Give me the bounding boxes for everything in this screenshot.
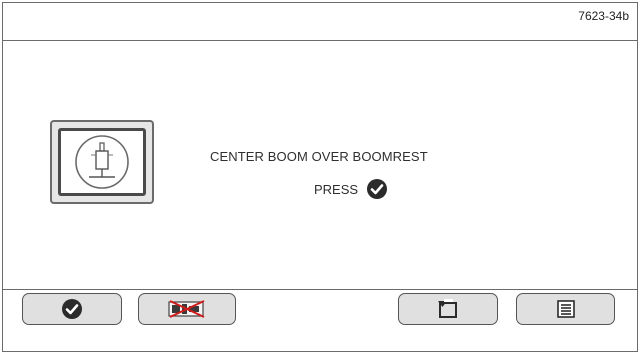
back-button[interactable] xyxy=(398,293,498,325)
function-disabled-button[interactable] xyxy=(138,293,236,325)
boom-illustration-frame xyxy=(58,128,146,196)
press-instruction: PRESS xyxy=(314,178,388,200)
crossed-out-function-icon xyxy=(168,300,205,318)
boom-over-boomrest-icon xyxy=(75,135,129,189)
check-circle-icon xyxy=(62,299,82,319)
confirm-button[interactable] xyxy=(22,293,122,325)
top-bar: 7623-34b xyxy=(3,3,637,41)
press-label: PRESS xyxy=(314,181,359,197)
menu-button[interactable] xyxy=(516,293,615,325)
check-circle-icon xyxy=(367,179,388,199)
document-number: 7623-34b xyxy=(578,9,629,23)
back-arrow-icon xyxy=(438,299,457,318)
menu-list-icon xyxy=(556,300,575,318)
instruction-message: CENTER BOOM OVER BOOMREST xyxy=(210,149,428,164)
boom-illustration-panel xyxy=(50,120,154,204)
